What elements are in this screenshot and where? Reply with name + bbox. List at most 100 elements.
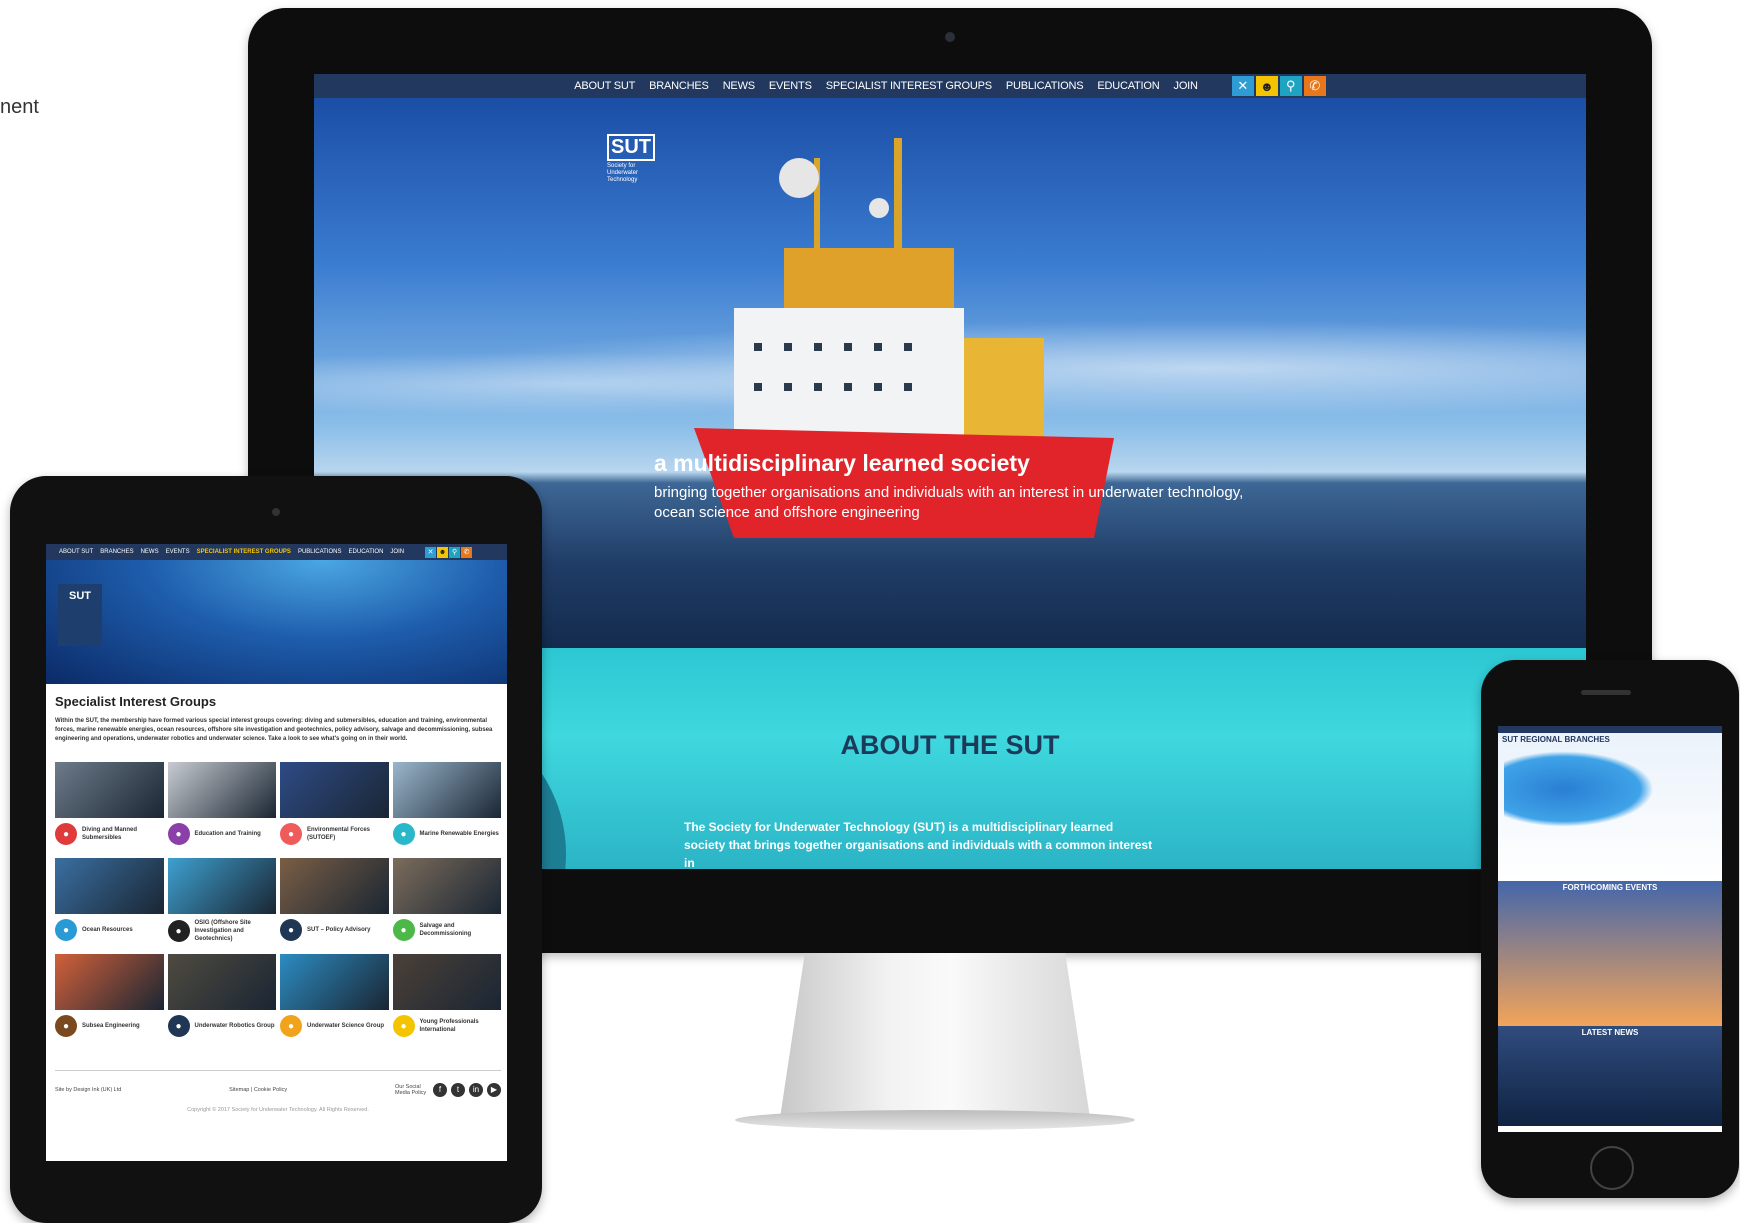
sig-label-row: ● Underwater Robotics Group: [167, 1015, 277, 1037]
sig-thumbnail[interactable]: [167, 858, 276, 914]
sig-label[interactable]: Education and Training: [195, 830, 261, 838]
sig-card[interactable]: ● Environmental Forces (SUTOEF): [280, 762, 389, 854]
close-icon[interactable]: ✕: [1231, 76, 1254, 96]
footer-social-label[interactable]: Our Social Media Policy: [395, 1084, 427, 1096]
sut-logo[interactable]: SUT: [58, 584, 102, 646]
close-icon[interactable]: ✕: [425, 546, 437, 558]
nav-about[interactable]: ABOUT SUT: [574, 80, 635, 92]
sig-label[interactable]: OSIG (Offshore Site Investigation and Ge…: [195, 919, 277, 943]
sig-label[interactable]: Underwater Science Group: [307, 1022, 384, 1030]
user-icon[interactable]: ☻: [1255, 76, 1278, 96]
phone-icon[interactable]: ✆: [461, 546, 473, 558]
hero-tagline: a multidisciplinary learned society brin…: [654, 450, 1244, 523]
sig-thumbnail[interactable]: [280, 954, 389, 1010]
sig-card[interactable]: ● Ocean Resources: [55, 858, 164, 950]
sut-logo[interactable]: SUT Society for Underwater Technology: [607, 134, 655, 204]
phone-icon[interactable]: ✆: [1303, 76, 1326, 96]
sig-card[interactable]: ● OSIG (Offshore Site Investigation and G…: [167, 858, 277, 950]
sig-thumbnail[interactable]: [392, 858, 501, 914]
iphone-frame: SUT REGIONAL BRANCHES FORTHCOMING EVENTS…: [1481, 660, 1739, 1198]
iphone-screen: SUT REGIONAL BRANCHES FORTHCOMING EVENTS…: [1498, 726, 1722, 1132]
sig-label[interactable]: Environmental Forces (SUTOEF): [307, 826, 389, 842]
sig-label[interactable]: Ocean Resources: [82, 926, 133, 934]
phone-navigation[interactable]: [1498, 726, 1722, 733]
home-button[interactable]: [1590, 1146, 1634, 1190]
sig-label-row: ● Environmental Forces (SUTOEF): [280, 823, 389, 845]
linkedin-icon[interactable]: in: [468, 1083, 483, 1097]
sig-label[interactable]: Underwater Robotics Group: [195, 1022, 275, 1030]
nav-specialist-groups[interactable]: SPECIALIST INTEREST GROUPS: [197, 549, 291, 555]
nav-branches[interactable]: BRANCHES: [649, 80, 709, 92]
search-icon[interactable]: ⚲: [449, 546, 461, 558]
sig-thumbnail[interactable]: [392, 762, 501, 818]
sig-badge-icon: ●: [55, 823, 77, 845]
hero-subtitle: bringing together organisations and indi…: [654, 484, 1244, 521]
nav-events[interactable]: EVENTS: [769, 80, 812, 92]
sig-badge-icon: ●: [392, 919, 415, 941]
footer-credit[interactable]: Site by Design Ink (UK) Ltd: [55, 1087, 121, 1093]
nav-icon-group: ✕ ☻ ⚲ ✆: [1231, 76, 1326, 96]
sig-card[interactable]: ● Education and Training: [167, 762, 277, 854]
youtube-icon[interactable]: ▶: [486, 1083, 501, 1097]
world-map[interactable]: [1504, 751, 1654, 827]
nav-join[interactable]: JOIN: [390, 549, 404, 555]
sig-badge-icon: ●: [167, 823, 190, 845]
sig-thumbnail[interactable]: [167, 762, 276, 818]
underwater-banner: SUT: [46, 560, 507, 684]
about-text: The Society for Underwater Technology (S…: [684, 820, 1153, 869]
search-icon[interactable]: ⚲: [1279, 76, 1302, 96]
intro-text: Within the SUT, the membership have form…: [55, 718, 493, 742]
camera: [272, 508, 280, 516]
facebook-icon[interactable]: f: [432, 1083, 447, 1097]
nav-education[interactable]: EDUCATION: [1097, 80, 1159, 92]
sig-badge-icon: ●: [392, 1015, 415, 1037]
sig-card[interactable]: ● Underwater Science Group: [280, 954, 389, 1046]
sig-thumbnail[interactable]: [55, 762, 164, 818]
imac-foot: [735, 1110, 1135, 1130]
sig-thumbnail[interactable]: [392, 954, 501, 1010]
sig-card[interactable]: ● Diving and Manned Submersibles: [55, 762, 164, 854]
nav-join[interactable]: JOIN: [1174, 80, 1198, 92]
nav-about[interactable]: ABOUT SUT: [59, 549, 93, 555]
nav-icon-group: ✕ ☻ ⚲ ✆: [425, 546, 473, 558]
imac-stand: [780, 953, 1090, 1118]
footer-links[interactable]: Sitemap | Cookie Policy: [229, 1087, 287, 1093]
sig-label[interactable]: Subsea Engineering: [82, 1022, 140, 1030]
sig-badge-icon: ●: [55, 1015, 77, 1037]
sig-card[interactable]: ● Salvage and Decommissioning: [392, 858, 502, 950]
side-caption: nent: [0, 96, 39, 118]
sig-badge-icon: ●: [280, 823, 302, 845]
sig-label[interactable]: Marine Renewable Energies: [420, 830, 499, 838]
sig-card[interactable]: ● SUT – Policy Advisory: [280, 858, 389, 950]
twitter-icon[interactable]: t: [450, 1083, 465, 1097]
sig-badge-icon: ●: [392, 823, 415, 845]
sig-thumbnail[interactable]: [55, 858, 164, 914]
sig-label-row: ● Ocean Resources: [55, 919, 164, 941]
ipad-frame: ABOUT SUT BRANCHES NEWS EVENTS SPECIALIS…: [10, 476, 542, 1223]
sig-thumbnail[interactable]: [280, 858, 389, 914]
nav-publications[interactable]: PUBLICATIONS: [298, 549, 342, 555]
hero-title: a multidisciplinary learned society: [654, 450, 1030, 476]
ipad-screen: ABOUT SUT BRANCHES NEWS EVENTS SPECIALIS…: [46, 544, 507, 1161]
nav-branches[interactable]: BRANCHES: [100, 549, 133, 555]
nav-publications[interactable]: PUBLICATIONS: [1006, 80, 1084, 92]
nav-news[interactable]: NEWS: [141, 549, 159, 555]
sig-label[interactable]: Young Professionals International: [420, 1018, 502, 1034]
nav-news[interactable]: NEWS: [723, 80, 755, 92]
sig-card[interactable]: ● Marine Renewable Energies: [392, 762, 501, 854]
sig-thumbnail[interactable]: [280, 762, 389, 818]
user-icon[interactable]: ☻: [437, 546, 449, 558]
sig-thumbnail[interactable]: [55, 954, 164, 1010]
sig-label[interactable]: Diving and Manned Submersibles: [82, 826, 164, 842]
sig-label-row: ● Education and Training: [167, 823, 277, 845]
sig-card[interactable]: ● Subsea Engineering: [55, 954, 164, 1046]
news-title: LATEST NEWS: [1581, 1028, 1639, 1037]
nav-education[interactable]: EDUCATION: [349, 549, 384, 555]
sig-card[interactable]: ● Young Professionals International: [392, 954, 502, 1046]
nav-events[interactable]: EVENTS: [166, 549, 190, 555]
sig-card[interactable]: ● Underwater Robotics Group: [167, 954, 277, 1046]
nav-specialist-groups[interactable]: SPECIALIST INTEREST GROUPS: [826, 80, 992, 92]
sig-thumbnail[interactable]: [167, 954, 276, 1010]
sig-label[interactable]: SUT – Policy Advisory: [307, 926, 370, 934]
sig-label[interactable]: Salvage and Decommissioning: [420, 922, 502, 938]
